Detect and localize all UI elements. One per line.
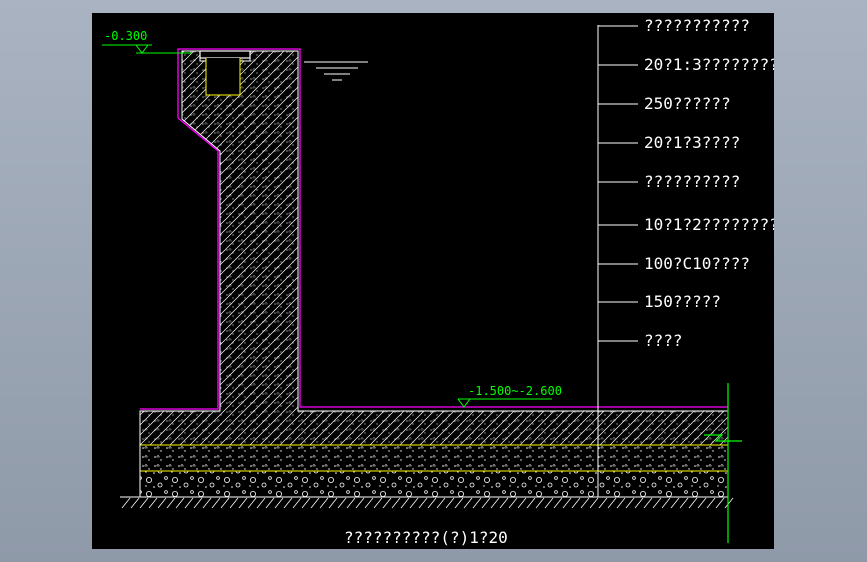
ground-hatch-stroke (625, 497, 635, 509)
concrete-aggregate (140, 51, 728, 445)
ground-hatch-stroke (517, 497, 527, 509)
ground-hatch-stroke (535, 497, 545, 509)
ground-hatch-stroke (355, 497, 365, 509)
ground-hatch-stroke (562, 497, 572, 509)
layer-label: ???? (644, 331, 683, 350)
ground-hatch-stroke (400, 497, 410, 509)
ground-hatch-stroke (634, 497, 644, 509)
ground-hatch-stroke (481, 497, 491, 509)
ground-hatch-stroke (598, 497, 608, 509)
ground-hatch-stroke (337, 497, 347, 509)
ground-hatch-stroke (310, 497, 320, 509)
ground-hatch-stroke (265, 497, 275, 509)
ground-hatch-stroke (661, 497, 671, 509)
ground-hatch-stroke (508, 497, 518, 509)
ground-hatch-stroke (391, 497, 401, 509)
layer-label: 100?C10???? (644, 254, 750, 273)
ground-hatch-stroke (445, 497, 455, 509)
ground-hatch-stroke (697, 497, 707, 509)
ground-hatch-stroke (607, 497, 617, 509)
ground-hatch-stroke (220, 497, 230, 509)
ground-hatch-stroke (247, 497, 257, 509)
ground-hatch-stroke (193, 497, 203, 509)
elevation-marker-bottom: -1.500~-2.600 (457, 384, 562, 408)
ground-hatch-stroke (382, 497, 392, 509)
gutter-channel (205, 58, 241, 96)
ground-hatch-stroke (229, 497, 239, 509)
ground-hatch-stroke (472, 497, 482, 509)
ground-hatch-stroke (256, 497, 266, 509)
ground-hatch-stroke (157, 497, 167, 509)
ground-hatch-stroke (292, 497, 302, 509)
ground-hatch-stroke (463, 497, 473, 509)
gutter-cover (199, 50, 251, 59)
leader-ticks (598, 25, 638, 342)
ground-hatch-stroke (283, 497, 293, 509)
ground-hatch-stroke (724, 497, 734, 509)
ground-hatch-stroke (364, 497, 374, 509)
elevation-top-label: -0.300 (104, 29, 147, 43)
layer-label: ?????????? (644, 172, 740, 191)
ground-hatch-stroke (238, 497, 248, 509)
ground-hatch-stroke (715, 497, 725, 509)
ground-hatch-stroke (373, 497, 383, 509)
ground-hatch-stroke (202, 497, 212, 509)
ground-hatch-stroke (499, 497, 509, 509)
elevation-bottom-label: -1.500~-2.600 (468, 384, 562, 398)
ground-hatch-stroke (571, 497, 581, 509)
ground-hatch-stroke (688, 497, 698, 509)
ground-hatch-stroke (553, 497, 563, 509)
ground-hatch (121, 497, 734, 509)
ground-hatch-stroke (346, 497, 356, 509)
ground-hatch-stroke (454, 497, 464, 509)
gravel-layer (140, 471, 728, 497)
ground-hatch-stroke (301, 497, 311, 509)
layer-label: 250?????? (644, 94, 731, 113)
ground-hatch-stroke (139, 497, 149, 509)
cushion-layer (140, 445, 728, 471)
ground-hatch-stroke (328, 497, 338, 509)
section-drawing: -0.300 -1.500~-2.600 ??????????? 20?1:3?… (102, 16, 774, 547)
ground-hatch-stroke (418, 497, 428, 509)
layer-label: ??????????? (644, 16, 750, 35)
ground-hatch-stroke (679, 497, 689, 509)
ground-hatch-stroke (436, 497, 446, 509)
water-level-symbol (304, 61, 368, 81)
ground-hatch-stroke (580, 497, 590, 509)
ground-hatch-stroke (490, 497, 500, 509)
ground-hatch-stroke (526, 497, 536, 509)
ground-hatch-stroke (184, 497, 194, 509)
ground-hatch-stroke (409, 497, 419, 509)
cad-viewport[interactable]: -0.300 -1.500~-2.600 ??????????? 20?1:3?… (92, 13, 774, 549)
layer-label: 20?1:3???????? (644, 55, 774, 74)
ground-hatch-stroke (427, 497, 437, 509)
ground-hatch-stroke (121, 497, 131, 509)
layer-label: 150????? (644, 292, 721, 311)
ground-hatch-stroke (175, 497, 185, 509)
ground-hatch-stroke (652, 497, 662, 509)
ground-hatch-stroke (589, 497, 599, 509)
ground-hatch-stroke (274, 497, 284, 509)
ground-hatch-stroke (544, 497, 554, 509)
drawing-title: ??????????(?)1?20 (344, 528, 508, 547)
ground-hatch-stroke (148, 497, 158, 509)
layer-label: 10?1?2???????? (644, 215, 774, 234)
layer-labels: ??????????? 20?1:3???????? 250?????? 20?… (644, 16, 774, 350)
ground-hatch-stroke (706, 497, 716, 509)
ground-hatch-stroke (130, 497, 140, 509)
ground-hatch-stroke (670, 497, 680, 509)
ground-hatch-stroke (211, 497, 221, 509)
ground-hatch-stroke (166, 497, 176, 509)
ground-hatch-stroke (319, 497, 329, 509)
ground-hatch-stroke (616, 497, 626, 509)
ground-hatch-stroke (643, 497, 653, 509)
layer-label: 20?1?3???? (644, 133, 740, 152)
